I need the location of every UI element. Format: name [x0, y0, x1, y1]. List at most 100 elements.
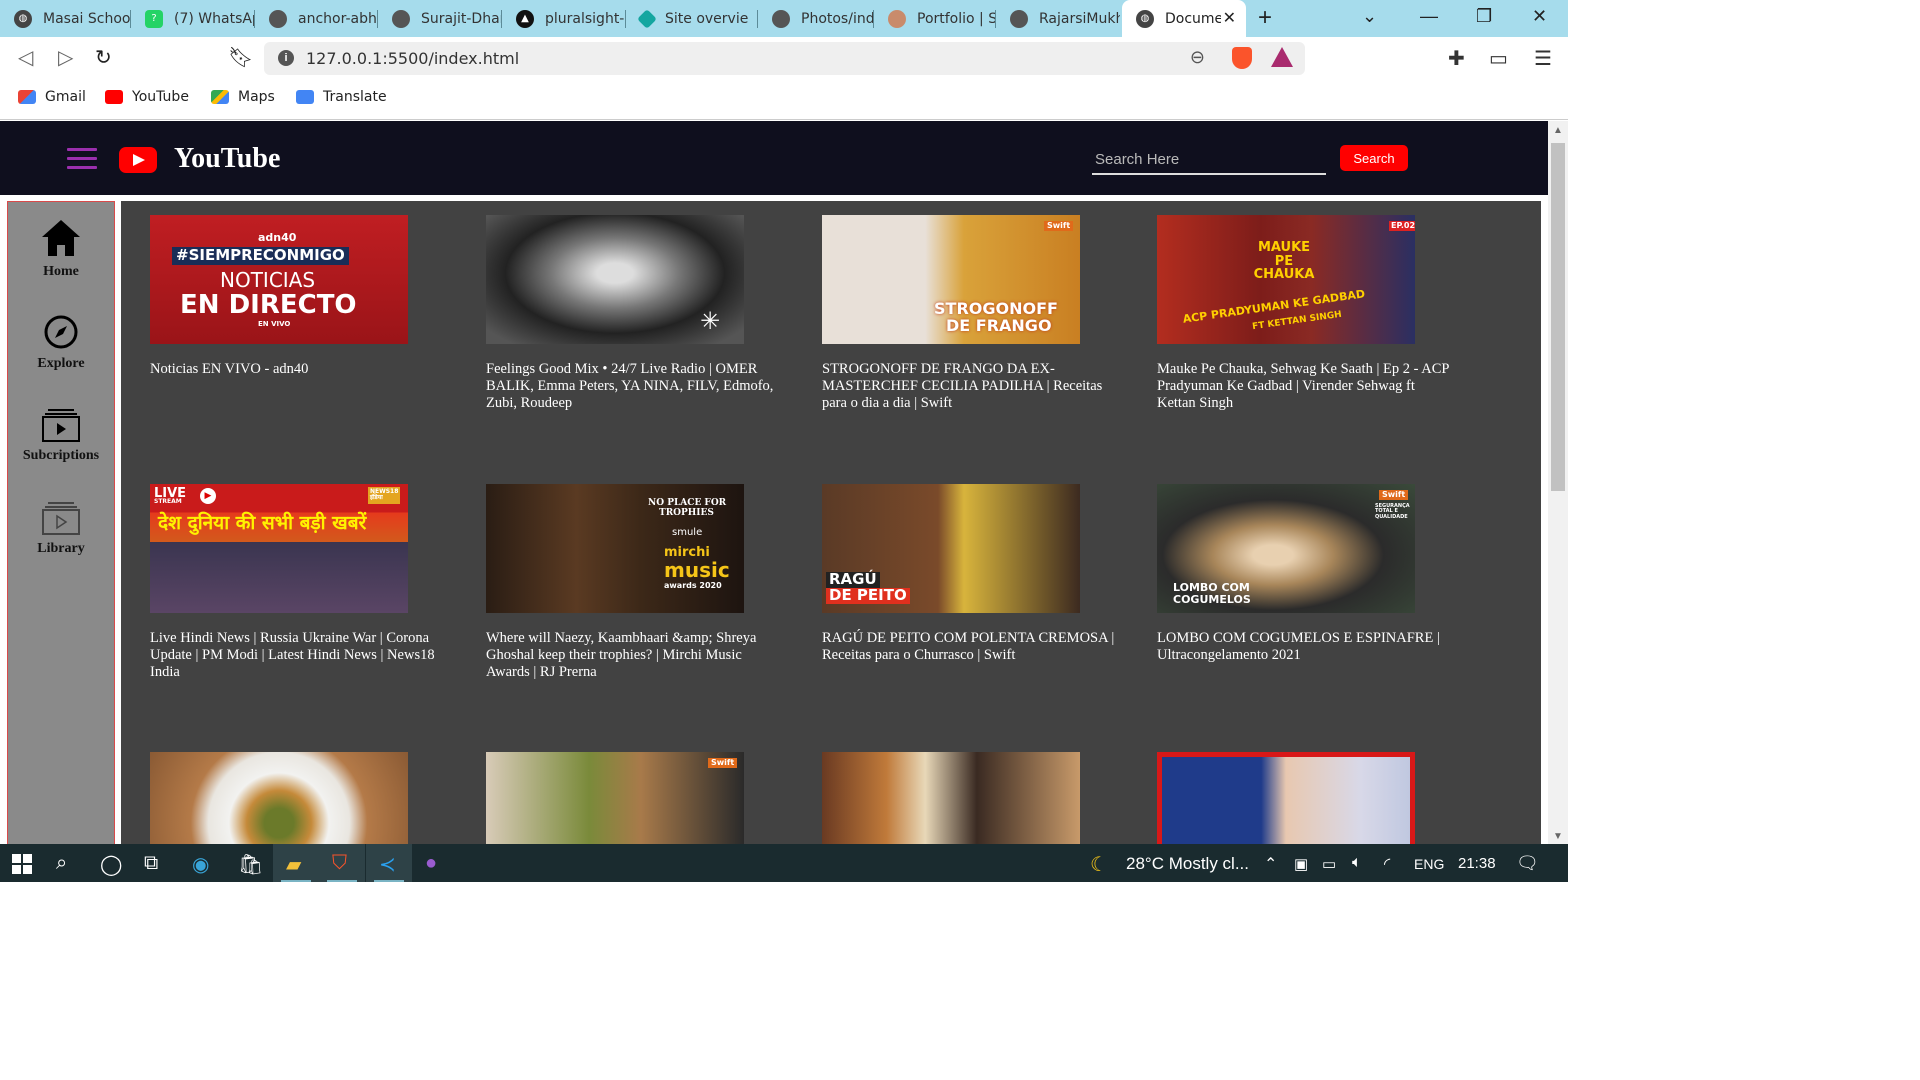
page-scrollbar[interactable]: ▲ ▼ [1548, 121, 1568, 844]
video-thumbnail[interactable] [1157, 752, 1415, 844]
bookmark-youtube[interactable]: YouTube [105, 89, 189, 105]
volume-icon[interactable]: 🔈︎ [1352, 854, 1362, 872]
video-title[interactable]: Live Hindi News | Russia Ukraine War | C… [150, 630, 450, 681]
video-thumbnail[interactable]: Swift SEGURANÇA TOTAL E QUALIDADE LOMBO … [1157, 484, 1415, 613]
wallet-icon[interactable]: ▭ [1489, 46, 1508, 71]
back-button[interactable]: ◁ [18, 45, 33, 70]
restore-button[interactable]: ❐ [1476, 6, 1492, 27]
video-thumbnail[interactable]: ✳ [486, 215, 744, 344]
browser-tab[interactable]: RajarsiMukh [996, 0, 1120, 37]
battery-icon[interactable]: ▭ [1322, 855, 1336, 873]
notifications-icon[interactable]: 🗨︎ [1516, 853, 1539, 874]
video-thumbnail[interactable]: RAGÚ DE PEITO [822, 484, 1080, 613]
brave-icon[interactable]: ⛉ [332, 852, 347, 875]
bookmark-icon[interactable]: 🔖︎ [228, 45, 253, 70]
video-card[interactable]: adn40 #SIEMPRECONMIGO NOTICIAS EN DIRECT… [150, 215, 450, 378]
video-title[interactable]: Feelings Good Mix • 24/7 Live Radio | OM… [486, 361, 786, 412]
bookmark-gmail[interactable]: Gmail [18, 89, 86, 105]
search-icon[interactable]: ⌕ [56, 852, 67, 875]
zoom-icon[interactable]: ⊖ [1190, 47, 1205, 68]
github-desktop-icon[interactable]: ● [425, 852, 437, 875]
video-thumbnail[interactable]: EP.02 MAUKE PE CHAUKA ACP PRADYUMAN KE G… [1157, 215, 1415, 344]
video-thumbnail[interactable]: NO PLACE FOR TROPHIES smule mirchi music… [486, 484, 744, 613]
video-title[interactable]: RAGÚ DE PEITO COM POLENTA CREMOSA | Rece… [822, 630, 1122, 664]
sidebar-item-home[interactable]: Home [8, 218, 114, 280]
site-info-icon[interactable]: i [278, 50, 294, 66]
translate-icon [296, 90, 314, 104]
video-card[interactable]: Swift SEGURANÇA TOTAL E QUALIDADE LOMBO … [1157, 484, 1457, 664]
video-thumbnail[interactable] [822, 752, 1080, 844]
video-card[interactable]: ✳ Feelings Good Mix • 24/7 Live Radio | … [486, 215, 786, 412]
video-card[interactable]: Swift [486, 752, 786, 844]
search-button[interactable]: Search [1340, 145, 1408, 171]
video-card[interactable]: NO PLACE FOR TROPHIES smule mirchi music… [486, 484, 786, 681]
video-title[interactable]: LOMBO COM COGUMELOS E ESPINAFRE | Ultrac… [1157, 630, 1457, 664]
minimize-button[interactable]: — [1420, 6, 1438, 27]
scrollbar-thumb[interactable] [1551, 143, 1565, 491]
brave-rewards-icon[interactable] [1271, 47, 1293, 67]
browser-tab[interactable]: anchor-abhi [255, 0, 378, 37]
reload-button[interactable]: ↻ [95, 45, 112, 70]
close-icon[interactable]: ✕ [1223, 8, 1236, 27]
extensions-icon[interactable]: ✚ [1448, 46, 1465, 71]
browser-tab[interactable]: Surajit-Dhar [378, 0, 502, 37]
video-thumbnail[interactable]: Swift STROGONOFF DE FRANGO [822, 215, 1080, 344]
video-card[interactable] [150, 752, 450, 844]
browser-tab[interactable]: ▲ pluralsight- [502, 0, 626, 37]
video-card[interactable]: LIVE STREAM ▶ NEWS18 इंडिया देश दुनिया क… [150, 484, 450, 681]
video-thumbnail[interactable]: adn40 #SIEMPRECONMIGO NOTICIAS EN DIRECT… [150, 215, 408, 344]
search-input[interactable] [1092, 145, 1326, 175]
bookmark-translate[interactable]: Translate [296, 89, 387, 105]
window-close-button[interactable]: ✕ [1532, 6, 1547, 27]
video-thumbnail[interactable] [150, 752, 408, 844]
video-title[interactable]: Where will Naezy, Kaambhaari &amp; Shrey… [486, 630, 786, 681]
browser-tab[interactable]: Photos/inde [758, 0, 874, 37]
menu-icon[interactable]: ☰ [1534, 46, 1552, 71]
address-bar[interactable]: i 127.0.0.1:5500/index.html ⊖ [264, 42, 1305, 75]
video-title[interactable]: Noticias EN VIVO - adn40 [150, 361, 450, 378]
windows-start-icon[interactable] [12, 854, 32, 874]
bookmark-maps[interactable]: Maps [211, 89, 275, 105]
wifi-icon[interactable]: ◜ [1384, 854, 1390, 874]
forward-button[interactable]: ▷ [58, 45, 73, 70]
weather-moon-icon[interactable]: ☾ [1090, 852, 1108, 877]
video-card[interactable] [1157, 752, 1457, 844]
store-icon[interactable]: 🛍︎ [238, 852, 263, 877]
file-explorer-icon[interactable]: ▰ [286, 852, 301, 877]
clock[interactable]: 21:38 [1458, 855, 1496, 872]
browser-tab-active[interactable]: ◍ Docume ✕ [1122, 0, 1246, 37]
cortana-icon[interactable]: ◯ [100, 852, 122, 877]
sidebar-item-subscriptions[interactable]: Subcriptions [8, 408, 114, 464]
sidebar-item-library[interactable]: Library [8, 501, 114, 557]
task-view-icon[interactable]: ⧉ [144, 852, 158, 875]
video-title[interactable]: Mauke Pe Chauka, Sehwag Ke Saath | Ep 2 … [1157, 361, 1457, 412]
video-thumbnail[interactable]: Swift [486, 752, 744, 844]
vscode-icon[interactable]: ≺ [379, 852, 396, 877]
video-title[interactable]: STROGONOFF DE FRANGO DA EX-MASTERCHEF CE… [822, 361, 1122, 412]
edge-icon[interactable]: ◉ [192, 852, 209, 877]
video-thumbnail[interactable]: LIVE STREAM ▶ NEWS18 इंडिया देश दुनिया क… [150, 484, 408, 613]
scroll-down-arrow-icon[interactable]: ▼ [1553, 831, 1563, 842]
youtube-logo-icon[interactable] [119, 147, 157, 173]
weather-text[interactable]: 28°C Mostly cl... [1126, 854, 1249, 874]
browser-tab[interactable]: Portfolio | S [874, 0, 996, 37]
browser-tab[interactable]: ? (7) WhatsAp [131, 0, 255, 37]
chevron-up-icon[interactable]: ⌃ [1264, 854, 1277, 874]
gmail-icon [18, 90, 36, 104]
browser-tab[interactable]: ◍ Masai Schoo [0, 0, 131, 37]
video-card[interactable]: RAGÚ DE PEITO RAGÚ DE PEITO COM POLENTA … [822, 484, 1122, 664]
url-text[interactable]: 127.0.0.1:5500/index.html [306, 49, 519, 68]
language-indicator[interactable]: ENG [1414, 856, 1444, 872]
hamburger-menu-icon[interactable] [67, 148, 97, 170]
video-grid: adn40 #SIEMPRECONMIGO NOTICIAS EN DIRECT… [121, 201, 1541, 844]
video-card[interactable]: Swift STROGONOFF DE FRANGO STROGONOFF DE… [822, 215, 1122, 412]
video-card[interactable]: EP.02 MAUKE PE CHAUKA ACP PRADYUMAN KE G… [1157, 215, 1457, 412]
video-card[interactable] [822, 752, 1122, 844]
meet-now-icon[interactable]: ▣ [1294, 855, 1308, 873]
scroll-up-arrow-icon[interactable]: ▲ [1553, 125, 1563, 136]
brave-shields-icon[interactable] [1232, 47, 1252, 69]
new-tab-button[interactable]: + [1258, 4, 1272, 32]
tab-search-chevron-icon[interactable]: ⌄ [1362, 6, 1377, 27]
sidebar-item-explore[interactable]: Explore [8, 314, 114, 372]
browser-tab[interactable]: Site overvie [626, 0, 758, 37]
